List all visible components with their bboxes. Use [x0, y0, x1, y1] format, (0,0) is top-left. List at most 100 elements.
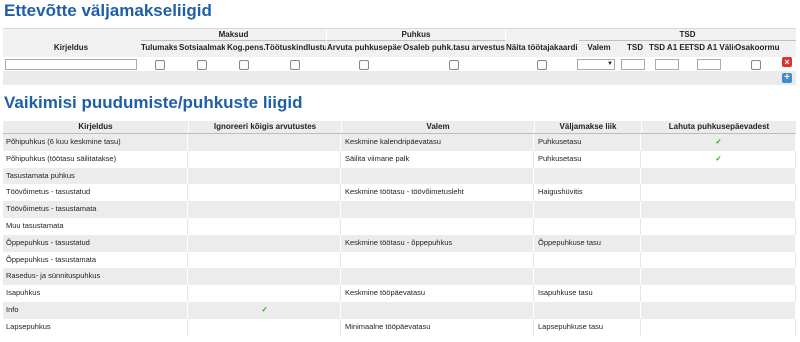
lahuta-check-icon [642, 285, 796, 302]
cell-valjamakse: Õppepuhkuse tasu [535, 234, 641, 252]
table-row[interactable]: Muu tasustamata [3, 217, 796, 235]
col-header-lahuta-puhkusepaevadest: Lahuta puhkusepäevadest [668, 122, 770, 131]
col-header-ignoreeri: Ignoreeri kõigis arvutustes [189, 121, 342, 133]
col-header-kirjeldus: Kirjeldus [3, 121, 189, 133]
cell-kirjeldus: Lapsepuhkus [3, 318, 188, 336]
delete-row-button[interactable]: × [782, 57, 792, 67]
table-row[interactable]: Põhipuhkus (töötasu säilitatakse) Säilita… [3, 150, 796, 168]
col-header-tsd-a1-ee: TSD A1 EE [649, 43, 689, 52]
cell-valjamakse [535, 301, 641, 319]
valem-select[interactable] [577, 59, 615, 70]
table-footer-strip [3, 71, 796, 85]
col-header-sotsiaalmaks: Sotsiaalmaks [179, 43, 225, 52]
cell-kirjeldus: Info [3, 301, 188, 319]
lahuta-check-icon [642, 268, 796, 286]
cell-valjamakse: Haigushüvitis [535, 184, 641, 202]
tsd-a1-valis-input[interactable] [697, 59, 721, 70]
osaleb-puhkusetasu-checkbox[interactable] [449, 60, 459, 70]
osakoormus-checkbox[interactable] [751, 60, 761, 70]
cell-valjamakse [535, 268, 641, 286]
table-row[interactable]: Töövõimetus - tasustatud Keskmine töötasu… [3, 184, 796, 202]
cell-kirjeldus: Tasustamata puhkus [3, 167, 188, 185]
col-header-naita-tootajakaardil: Näita töötajakaardil [506, 43, 578, 52]
table-row[interactable]: Töövõimetus - tasustamata [3, 201, 796, 218]
group-header-maksud: Maksud [141, 29, 327, 40]
table-row[interactable]: Õppepuhkus - tasustatud Keskmine töötasu … [3, 234, 796, 252]
default-absence-types-title: Vaikimisi puudumiste/puhkuste liigid [4, 93, 303, 112]
tsd-a1-ee-input[interactable] [655, 59, 679, 70]
lahuta-check-icon [642, 234, 796, 252]
company-payout-types-title: Ettevõtte väljamakseliigid [4, 1, 212, 20]
cell-kirjeldus: Töövõimetus - tasustamata [3, 201, 188, 218]
table-row[interactable]: Tasustamata puhkus [3, 167, 796, 185]
ignoreeri-check-icon [189, 167, 341, 185]
cell-valem: Säilita viimane palk [342, 150, 534, 168]
arvuta-puhkusepaevi-checkbox[interactable] [359, 60, 369, 70]
naita-tootajakaardil-checkbox[interactable] [537, 60, 547, 70]
tootuskindlustus-checkbox[interactable] [290, 60, 300, 70]
col-header-tulumaks: Tulumaks [141, 43, 177, 52]
ignoreeri-check-icon [189, 268, 341, 286]
tsd-input[interactable] [621, 59, 645, 70]
cell-valem: Keskmine tööpäevatasu [342, 285, 534, 302]
col-header-kogpens: Kog.pens. [227, 43, 265, 52]
absence-table-body: Põhipuhkus (6 kuu keskmine tasu) Keskmine… [3, 134, 796, 336]
table-row[interactable]: Info ✓ [3, 301, 796, 319]
cell-valem [342, 251, 534, 269]
cell-valem [342, 301, 534, 319]
cell-valem [342, 201, 534, 218]
lahuta-check-icon [642, 167, 796, 185]
lahuta-check-icon [642, 184, 796, 202]
new-payout-type-row [3, 57, 796, 71]
col-header-tsd-a1-valis: TSD A1 Välis [689, 43, 735, 52]
cell-valjamakse: Puhkusetasu [535, 150, 641, 168]
cell-valem: Keskmine töötasu - õppepuhkus [342, 234, 534, 252]
ignoreeri-check-icon [189, 134, 341, 151]
ignoreeri-check-icon [189, 184, 341, 202]
cell-valem [342, 217, 534, 235]
cell-valjamakse [535, 217, 641, 235]
lahuta-check-icon [642, 201, 796, 218]
sotsiaalmaks-checkbox[interactable] [197, 60, 207, 70]
cell-kirjeldus: Muu tasustamata [3, 217, 188, 235]
ignoreeri-check-icon [189, 217, 341, 235]
tulumaks-checkbox[interactable] [155, 60, 165, 70]
table-row[interactable]: Rasedus- ja sünnituspuhkus [3, 268, 796, 286]
cell-valjamakse: Puhkusetasu [535, 134, 641, 151]
group-header-tsd: TSD [579, 29, 797, 40]
lahuta-check-icon [642, 217, 796, 235]
add-row-button[interactable]: + [782, 73, 792, 83]
cell-valem [342, 268, 534, 286]
ignoreeri-check-icon: ✓ [189, 301, 341, 319]
table-row[interactable]: Õppepuhkus - tasustamata [3, 251, 796, 269]
lahuta-check-icon [642, 251, 796, 269]
ignoreeri-check-icon [189, 318, 341, 336]
cell-valjamakse [535, 167, 641, 185]
group-header-puhkus: Puhkus [327, 29, 506, 40]
close-icon: × [784, 57, 790, 67]
cell-valjamakse: Isapuhkuse tasu [535, 285, 641, 302]
kogpens-checkbox[interactable] [239, 60, 249, 70]
cell-kirjeldus: Põhipuhkus (6 kuu keskmine tasu) [3, 134, 188, 151]
cell-valem: Keskmine töötasu - töövõimetusleht [342, 184, 534, 202]
table-row[interactable]: Isapuhkus Keskmine tööpäevatasu Isapuhkuse… [3, 285, 796, 302]
cell-valjamakse: Lapsepuhkuse tasu [535, 318, 641, 336]
company-payout-types-table: Maksud Puhkus TSD Kirjeldus Tulumaks Sot… [3, 28, 797, 72]
table-row[interactable]: Lapsepuhkus Minimaalne tööpäevatasu Lapsep… [3, 318, 796, 336]
group-underline [141, 40, 326, 41]
col-header-osakoormus: Osakoormus [735, 43, 779, 52]
cell-kirjeldus: Põhipuhkus (töötasu säilitatakse) [3, 150, 188, 168]
cell-valem [342, 167, 534, 185]
lahuta-check-icon [642, 301, 796, 319]
cell-kirjeldus: Rasedus- ja sünnituspuhkus [3, 268, 188, 286]
cell-kirjeldus: Õppepuhkus - tasustatud [3, 234, 188, 252]
kirjeldus-input[interactable] [5, 59, 137, 70]
ignoreeri-check-icon [189, 150, 341, 168]
plus-icon: + [784, 72, 790, 83]
cell-valem: Minimaalne tööpäevatasu [342, 318, 534, 336]
cell-valjamakse [535, 201, 641, 218]
col-header-osaleb-puhkusetasu: Osaleb puhk.tasu arvestuses [403, 43, 505, 52]
cell-kirjeldus: Isapuhkus [3, 285, 188, 302]
table-row[interactable]: Põhipuhkus (6 kuu keskmine tasu) Keskmine… [3, 134, 796, 151]
col-header-kirjeldus: Kirjeldus [53, 43, 89, 52]
